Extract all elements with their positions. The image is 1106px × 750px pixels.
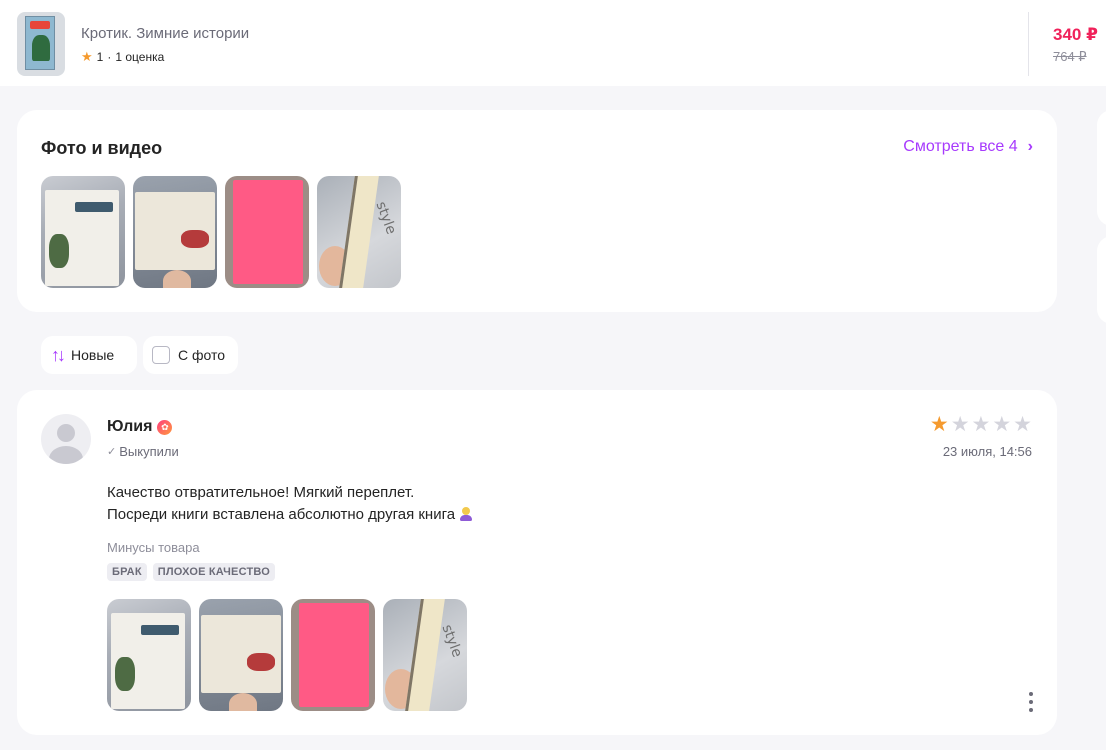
review-photo-thumbnail[interactable]: [291, 599, 375, 711]
rating-value: 1: [96, 50, 104, 64]
side-panel-card: [1097, 236, 1106, 324]
rating-separator: ·: [107, 50, 112, 64]
review-text-line: Качество отвратительное! Мягкий переплет…: [107, 484, 415, 501]
star-icon: ★: [1013, 413, 1032, 436]
review-author: Юлия ✿: [107, 418, 173, 436]
header-divider: [1028, 12, 1029, 76]
cons-tag: ПЛОХОЕ КАЧЕСТВО: [152, 563, 275, 581]
photo-thumbnail[interactable]: [225, 176, 309, 288]
star-icon: ★: [929, 413, 949, 436]
with-photo-filter[interactable]: С фото: [143, 336, 238, 374]
review-photos: style: [107, 599, 467, 711]
old-price: 764 ₽: [1053, 49, 1087, 64]
review-photo-thumbnail[interactable]: [199, 599, 283, 711]
product-title[interactable]: Кротик. Зимние истории: [81, 25, 249, 42]
purchase-status: ✓ Выкупили: [107, 444, 179, 459]
sort-label: Новые: [71, 347, 115, 363]
star-icon: ★: [971, 413, 991, 436]
review-date: 23 июля, 14:56: [942, 444, 1032, 459]
product-header: Кротик. Зимние истории ★ 1 · 1 оценка 34…: [0, 0, 1106, 86]
photo-thumbnail[interactable]: [133, 176, 217, 288]
sort-arrows-icon: ↑↓: [51, 344, 66, 365]
review-text: Качество отвратительное! Мягкий переплет…: [107, 482, 473, 526]
person-emoji-icon: [459, 507, 473, 521]
review-card: Юлия ✿ ✓ Выкупили ★ ★ ★ ★ ★ 23 июля, 14:…: [17, 390, 1057, 735]
review-photo-thumbnail[interactable]: [107, 599, 191, 711]
star-icon: ★: [81, 49, 93, 64]
purchase-status-label: Выкупили: [119, 444, 179, 459]
current-price: 340 ₽: [1053, 25, 1098, 44]
see-all-label: Смотреть все 4: [903, 138, 1018, 155]
side-panel-card: [1097, 110, 1106, 226]
see-all-photos-link[interactable]: Смотреть все 4 ›: [903, 138, 1033, 156]
with-photo-label: С фото: [178, 347, 226, 363]
star-icon: ★: [950, 413, 970, 436]
author-name: Юлия: [107, 418, 153, 435]
rating-count[interactable]: 1 оценка: [115, 50, 164, 64]
with-photo-checkbox[interactable]: [152, 346, 170, 364]
photos-videos-section: Фото и видео Смотреть все 4 › style: [17, 110, 1057, 312]
section-title: Фото и видео: [41, 138, 163, 158]
chevron-right-icon: ›: [1027, 138, 1033, 155]
photo-thumbnail[interactable]: style: [317, 176, 401, 288]
product-cover-image[interactable]: [17, 12, 65, 76]
cons-tag: БРАК: [107, 563, 147, 581]
check-icon: ✓: [107, 446, 117, 458]
premium-badge-icon: ✿: [157, 419, 173, 435]
avatar: [41, 414, 91, 464]
review-text-line: Посреди книги вставлена абсолютно другая…: [107, 506, 456, 523]
review-photo-thumbnail[interactable]: style: [383, 599, 467, 711]
photo-thumbnails: style: [41, 176, 401, 288]
star-icon: ★: [992, 413, 1012, 436]
cons-tags: БРАК ПЛОХОЕ КАЧЕСТВО: [107, 563, 275, 581]
photo-thumbnail[interactable]: [41, 176, 125, 288]
review-rating-stars: ★ ★ ★ ★ ★: [930, 414, 1032, 435]
product-rating: ★ 1 · 1 оценка: [81, 49, 164, 65]
sort-newest-button[interactable]: ↑↓ Новые: [41, 336, 137, 374]
more-options-icon[interactable]: [1025, 692, 1037, 712]
cons-label: Минусы товара: [107, 540, 200, 555]
